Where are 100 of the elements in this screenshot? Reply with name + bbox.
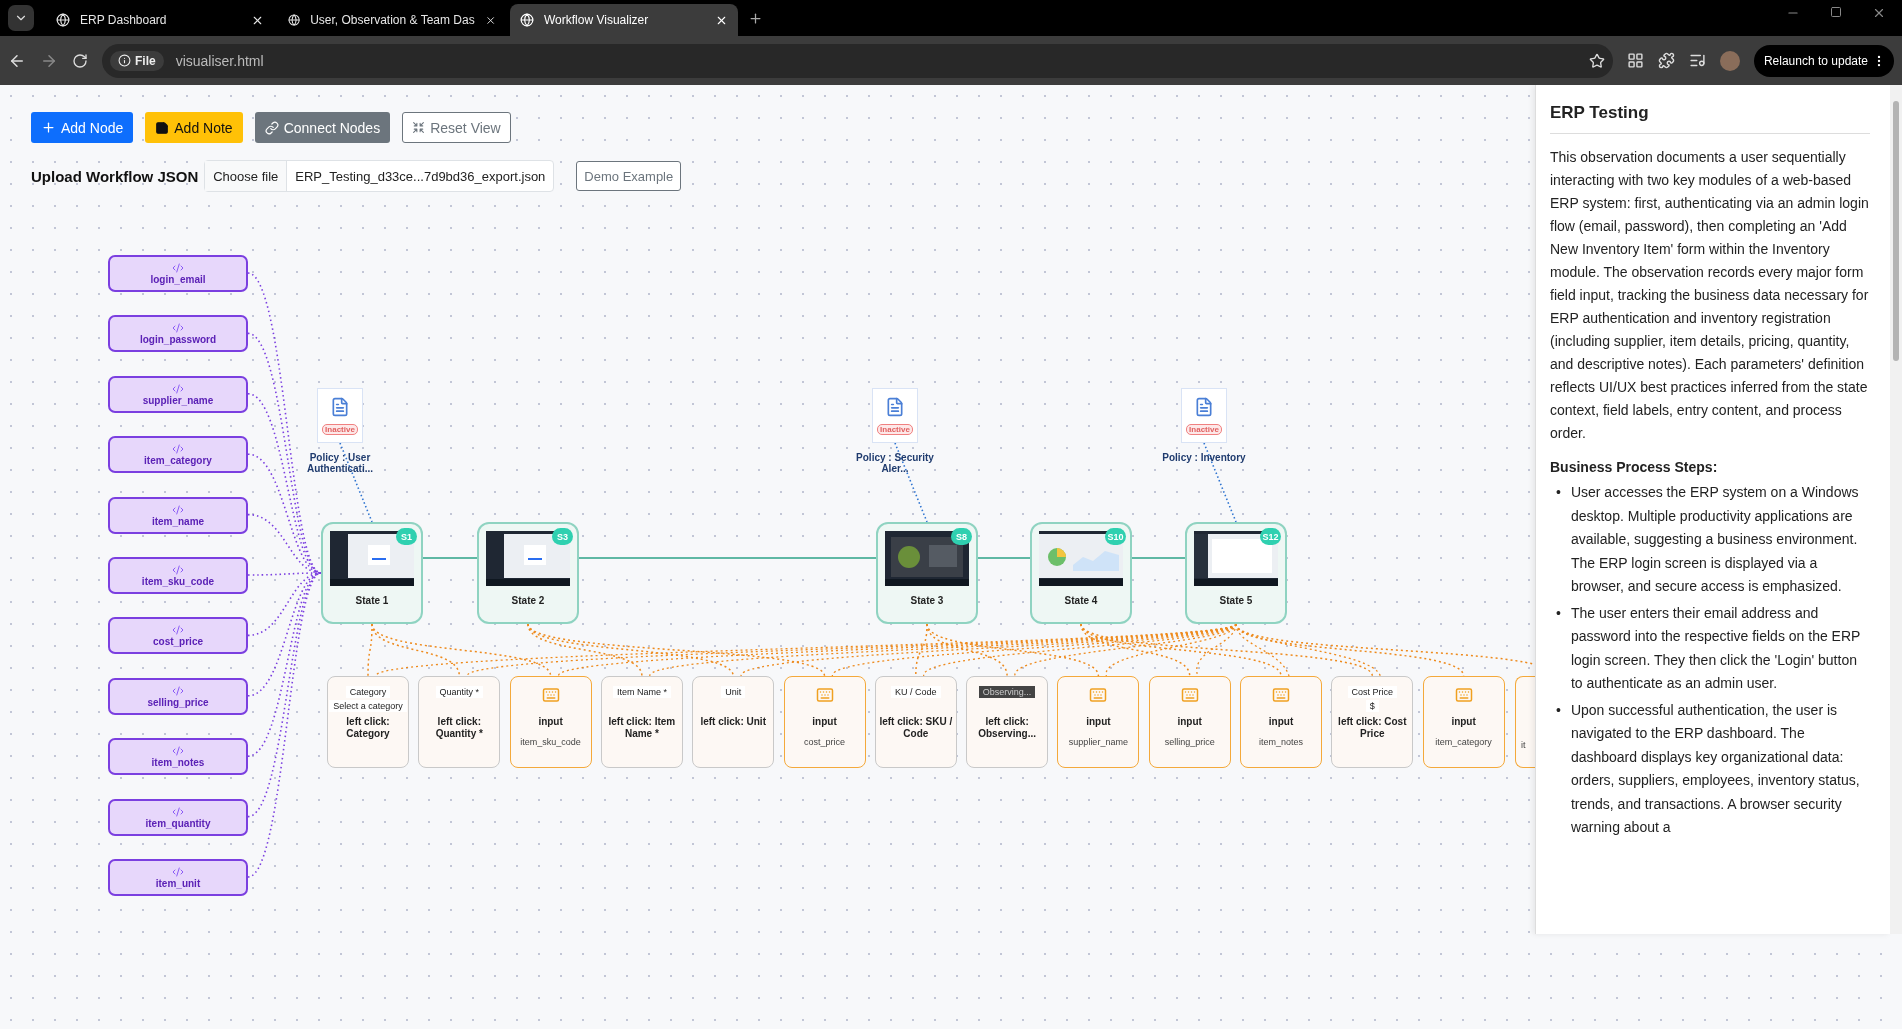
browser-tab[interactable]: User, Observation & Team Das (278, 4, 506, 36)
toolbar-button[interactable]: Reset View (402, 112, 511, 143)
bullet: • (1556, 700, 1561, 720)
state-node[interactable]: S8 State 3 (876, 522, 978, 624)
field-name: cost_price (804, 737, 845, 747)
parameter-name: login_password (139, 334, 217, 346)
step-badge: S1 (396, 528, 417, 545)
parameter-node[interactable]: cost_price (108, 617, 248, 655)
action-node[interactable]: input item_notes (1240, 676, 1322, 768)
toolbar-button[interactable]: Add Node (31, 112, 134, 143)
toolbar-button[interactable]: Connect Nodes (254, 112, 391, 143)
scrollbar[interactable] (1890, 85, 1902, 934)
snippet-text: Cost Price (1347, 686, 1398, 698)
state-node[interactable]: S3 State 2 (477, 522, 579, 624)
parameter-node[interactable]: selling_price (108, 677, 248, 715)
code-icon (172, 805, 184, 818)
parameter-name: cost_price (153, 636, 203, 648)
code-icon (172, 262, 184, 274)
connector-line (977, 557, 1031, 559)
file-input[interactable]: Choose file ERP_Testing_d33ce...7d9bd36_export.json (204, 160, 555, 192)
globe-icon (56, 13, 70, 27)
status-badge: Inactive (1186, 423, 1222, 435)
action-label: left click: Cost Price (1337, 716, 1408, 740)
steps-heading: Business Process Steps: (1550, 459, 1719, 475)
field-name: selling_price (1164, 737, 1215, 747)
code-icon (172, 684, 184, 697)
demo-example-button[interactable]: Demo Example (576, 161, 682, 191)
action-node[interactable]: input item_category (1422, 676, 1505, 768)
action-node[interactable]: Unit left click: Unit (692, 676, 775, 768)
globe-icon (520, 13, 534, 27)
parameter-name: item_unit (155, 878, 201, 889)
field-name: it (1521, 740, 1526, 750)
keyboard-icon (1454, 686, 1473, 704)
keyboard-icon (815, 686, 834, 704)
action-node[interactable]: it (1515, 676, 1535, 768)
star-icon[interactable] (1588, 52, 1605, 69)
action-label: left click: Observing... (977, 716, 1037, 740)
action-node[interactable]: Category Select a category left click: Category (327, 676, 409, 768)
browser-tab[interactable]: ERP Dashboard (46, 4, 274, 36)
parameter-node[interactable]: login_password (108, 315, 248, 353)
action-label: input (1268, 716, 1294, 727)
info-icon (118, 54, 131, 67)
state-node[interactable]: S10 State 4 (1030, 522, 1132, 624)
parameter-node[interactable]: item_name (108, 496, 248, 534)
choose-file-button[interactable]: Choose file (205, 161, 288, 191)
new-tab-icon[interactable] (748, 10, 763, 26)
keyboard-icon (1180, 686, 1199, 704)
extensions-icon[interactable] (1657, 52, 1675, 69)
toolbar-button[interactable]: Add Note (145, 112, 243, 143)
state-node[interactable]: S1 State 1 (321, 522, 423, 624)
action-label: input (1086, 716, 1111, 727)
grid-icon[interactable] (1626, 52, 1644, 69)
field-name: supplier_name (1068, 737, 1128, 747)
state-node[interactable]: S12 State 5 (1185, 522, 1287, 624)
maximize-icon[interactable] (1830, 6, 1842, 18)
code-icon (172, 564, 184, 576)
status-badge: Inactive (877, 423, 913, 435)
parameter-node[interactable]: item_notes (108, 738, 248, 776)
action-label: left click: Category (345, 716, 391, 740)
code-icon (172, 745, 184, 758)
parameter-name: item_name (151, 515, 205, 527)
close-icon[interactable] (1872, 6, 1886, 20)
url-text: visualiser.html (175, 52, 265, 69)
action-node[interactable]: Item Name * left click: Item Name * (600, 676, 683, 768)
action-node[interactable]: input cost_price (783, 676, 866, 768)
relaunch-button[interactable]: Relaunch to update (1753, 44, 1894, 77)
action-node[interactable]: Observing... left click: Observing... (966, 676, 1049, 768)
code-icon (172, 382, 184, 395)
parameter-node[interactable]: login_email (108, 255, 248, 292)
action-node[interactable]: input supplier_name (1057, 676, 1140, 768)
browser-tab[interactable]: Workflow Visualizer (510, 4, 738, 36)
parameter-node[interactable]: item_sku_code (108, 557, 248, 594)
connector-line (1131, 557, 1186, 559)
parameter-node[interactable]: item_quantity (108, 798, 248, 836)
parameter-node[interactable]: item_category (108, 436, 248, 474)
action-label: input (812, 716, 837, 727)
snippet-text: $ (1365, 700, 1379, 712)
code-icon (172, 503, 184, 516)
code-icon (172, 443, 184, 456)
address-bar[interactable]: File visualiser.html (102, 43, 1613, 78)
action-node[interactable]: Quantity * left click: Quantity * (418, 676, 501, 768)
action-label: input (1177, 716, 1202, 727)
action-node[interactable]: Cost Price $ left click: Cost Price (1331, 676, 1414, 768)
reload-icon[interactable] (72, 52, 88, 69)
document-icon (330, 396, 350, 417)
bullet: • (1556, 483, 1561, 502)
action-node[interactable]: KU / Code left click: SKU / Code (874, 676, 957, 768)
policy-label: Policy : Security Aler... (855, 452, 935, 474)
snippet-text: Observing... (978, 686, 1036, 698)
site-info-chip[interactable]: File (110, 50, 164, 71)
parameter-node[interactable]: supplier_name (108, 375, 248, 413)
parameter-name: item_notes (151, 757, 205, 769)
state-label: State 3 (910, 595, 944, 606)
state-label: State 2 (511, 595, 545, 606)
action-node[interactable]: input selling_price (1148, 676, 1231, 768)
tab-menu-button[interactable] (8, 5, 34, 31)
action-node[interactable]: input item_sku_code (509, 676, 592, 768)
action-label: input (1451, 716, 1476, 727)
playlist-icon[interactable] (1688, 52, 1706, 69)
parameter-node[interactable]: item_unit (108, 859, 248, 896)
